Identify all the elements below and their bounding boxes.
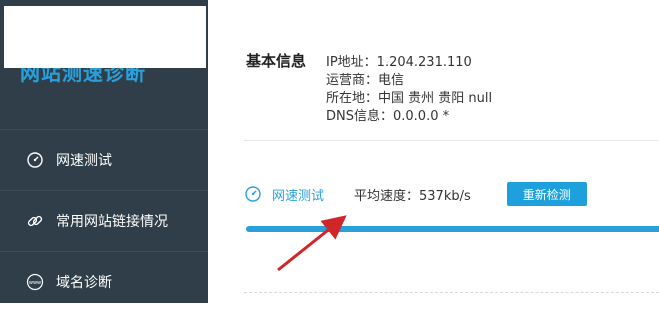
divider-dashed [244, 292, 659, 293]
speed-test-title: 网速测试 [272, 188, 325, 204]
average-speed: 平均速度：537kb/s [354, 188, 471, 204]
retest-button[interactable]: 重新检测 [506, 182, 587, 206]
ip-address: IP地址：1.204.231.110 [326, 55, 472, 70]
main-content: 基本信息 IP地址：1.204.231.110 运营商：电信 所在地：中国 贵州… [208, 0, 659, 303]
sidebar-item-common-sites[interactable]: 常用网站链接情况 [0, 190, 208, 251]
svg-text:www: www [29, 280, 41, 286]
basic-info-title: 基本信息 [246, 52, 307, 70]
sidebar-item-speed-test[interactable]: 网速测试 [0, 129, 208, 190]
speedometer-icon [244, 185, 262, 203]
divider [244, 140, 659, 141]
sidebar: 网站测速诊断 网速测试 常用网站链接情况 www 域名诊断 [0, 0, 208, 303]
speed-progress-bar [246, 226, 659, 232]
dns-info: DNS信息：0.0.0.0 * [326, 109, 450, 124]
sidebar-item-label: 域名诊断 [56, 275, 112, 291]
logo-redaction [4, 6, 206, 68]
isp: 运营商：电信 [326, 73, 405, 88]
logo-area: 网站测速诊断 [0, 0, 208, 128]
www-icon: www [26, 273, 44, 291]
link-icon [26, 212, 44, 230]
speedometer-icon [26, 151, 44, 169]
location: 所在地：中国 贵州 贵阳 null [326, 91, 493, 106]
sidebar-item-label: 网速测试 [56, 153, 112, 169]
sidebar-item-label: 常用网站链接情况 [56, 214, 168, 230]
speed-test-row: 网速测试 平均速度：537kb/s 重新检测 [244, 182, 587, 206]
